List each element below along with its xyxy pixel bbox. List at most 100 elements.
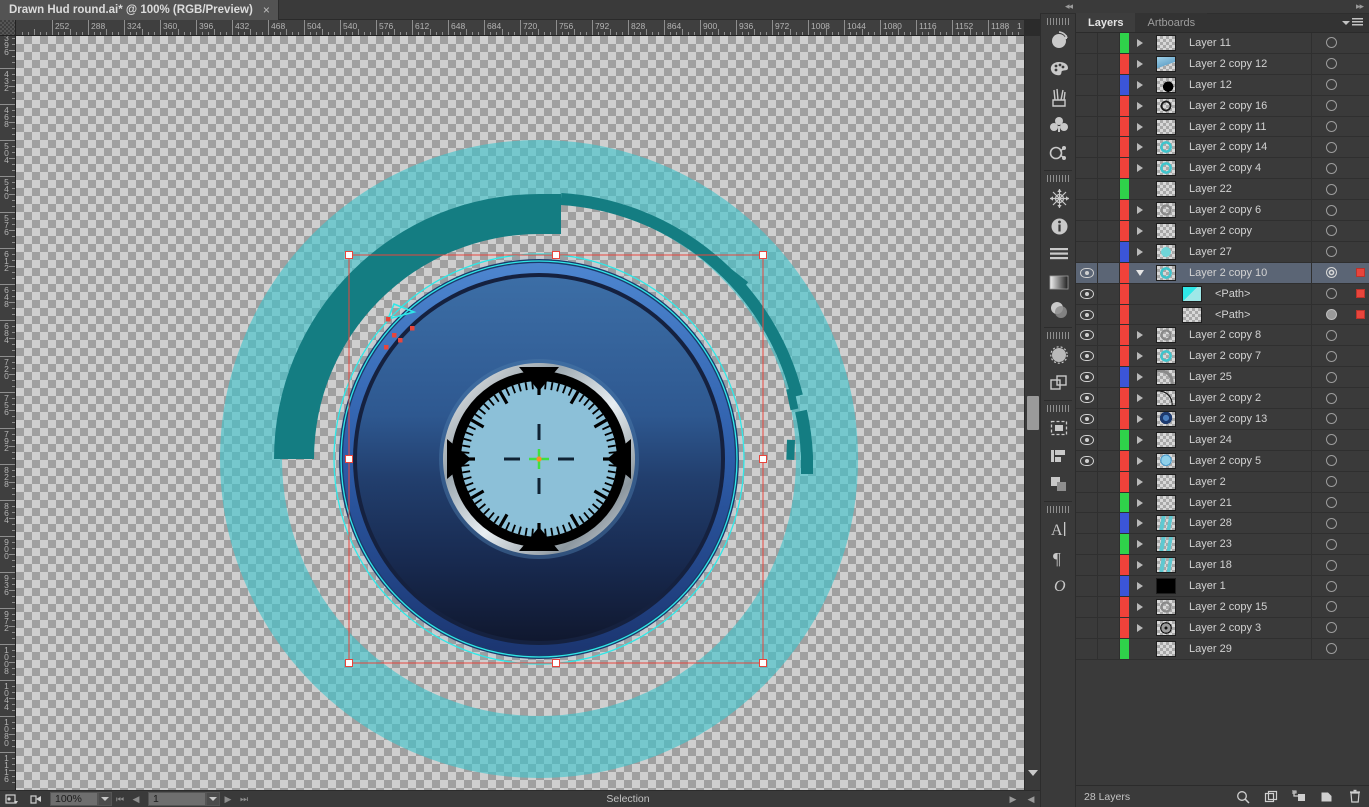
layer-selection-indicator[interactable] — [1351, 346, 1369, 366]
layer-name-label[interactable]: Layer 11 — [1181, 37, 1311, 49]
layer-selection-indicator[interactable] — [1351, 409, 1369, 429]
layer-visibility-toggle[interactable] — [1076, 597, 1098, 617]
artboards-icon[interactable] — [1041, 414, 1077, 442]
artboard-options-icon[interactable] — [0, 791, 24, 807]
layer-row[interactable]: Layer 12 — [1076, 74, 1369, 96]
layer-row[interactable]: Layer 22 — [1076, 179, 1369, 201]
layer-row[interactable]: Layer 25 — [1076, 367, 1369, 389]
layer-selection-indicator[interactable] — [1351, 75, 1369, 95]
rail-grip-1[interactable] — [1047, 18, 1069, 25]
layer-lock-toggle[interactable] — [1098, 262, 1120, 283]
layer-selection-indicator[interactable] — [1351, 534, 1369, 554]
brushes-icon[interactable] — [1041, 83, 1077, 111]
layer-expand-toggle[interactable] — [1129, 472, 1151, 492]
layer-lock-toggle[interactable] — [1098, 137, 1120, 158]
tab-artboards[interactable]: Artboards — [1135, 13, 1208, 32]
layer-row[interactable]: Layer 18 — [1076, 555, 1369, 577]
layer-target-indicator[interactable] — [1311, 241, 1351, 262]
align-icon[interactable] — [1041, 240, 1077, 268]
share-icon[interactable] — [24, 791, 48, 807]
layer-selection-indicator[interactable] — [1351, 33, 1369, 53]
layer-lock-toggle[interactable] — [1098, 221, 1120, 241]
layer-name-label[interactable]: Layer 1 — [1181, 580, 1311, 592]
layer-row[interactable]: Layer 1 — [1076, 576, 1369, 598]
last-artboard-button[interactable]: ⏭ — [236, 791, 252, 807]
layer-selection-indicator[interactable] — [1351, 597, 1369, 617]
glyphs-icon[interactable]: O — [1041, 571, 1077, 599]
layer-selection-indicator[interactable] — [1351, 325, 1369, 345]
layer-visibility-toggle[interactable] — [1076, 241, 1098, 262]
layer-expand-toggle[interactable] — [1129, 576, 1151, 596]
layer-name-label[interactable]: Layer 2 copy 15 — [1181, 601, 1311, 613]
document-info-icon[interactable] — [1041, 212, 1077, 240]
layer-visibility-toggle[interactable] — [1076, 325, 1098, 346]
layer-visibility-toggle[interactable] — [1076, 346, 1098, 367]
layer-lock-toggle[interactable] — [1098, 429, 1120, 450]
layer-name-label[interactable]: Layer 23 — [1181, 538, 1311, 550]
layer-name-label[interactable]: Layer 2 copy 5 — [1181, 455, 1311, 467]
layer-visibility-toggle[interactable] — [1076, 429, 1098, 450]
layer-name-label[interactable]: Layer 2 copy 12 — [1181, 58, 1311, 70]
layer-lock-toggle[interactable] — [1098, 492, 1120, 513]
layer-expand-toggle[interactable] — [1129, 430, 1151, 450]
layer-lock-toggle[interactable] — [1098, 617, 1120, 638]
layer-target-indicator[interactable] — [1311, 325, 1351, 346]
layer-lock-toggle[interactable] — [1098, 555, 1120, 576]
tab-layers[interactable]: Layers — [1076, 13, 1136, 32]
layer-lock-toggle[interactable] — [1098, 74, 1120, 95]
layer-visibility-toggle[interactable] — [1076, 200, 1098, 221]
layer-lock-toggle[interactable] — [1098, 53, 1120, 74]
layer-expand-toggle[interactable] — [1129, 96, 1151, 116]
layer-expand-toggle[interactable] — [1129, 325, 1151, 345]
layer-visibility-toggle[interactable] — [1076, 262, 1098, 283]
layer-target-indicator[interactable] — [1311, 409, 1351, 429]
layer-lock-toggle[interactable] — [1098, 304, 1120, 325]
layer-target-indicator[interactable] — [1311, 429, 1351, 450]
layer-expand-toggle[interactable] — [1129, 513, 1151, 533]
ruler-origin-corner[interactable] — [0, 20, 16, 36]
layer-row[interactable]: Layer 2 copy 12 — [1076, 53, 1369, 75]
rail-grip-3[interactable] — [1047, 332, 1069, 339]
artboard-dropdown-icon[interactable] — [206, 792, 220, 806]
layer-target-indicator[interactable] — [1311, 137, 1351, 158]
layer-name-label[interactable]: <Path> — [1207, 288, 1311, 300]
layer-row[interactable]: Layer 28 — [1076, 513, 1369, 535]
layer-name-label[interactable]: Layer 2 copy 8 — [1181, 329, 1311, 341]
layer-name-label[interactable]: <Path> — [1207, 309, 1311, 321]
status-flyout-icon[interactable]: ▶ — [1004, 794, 1022, 805]
layer-lock-toggle[interactable] — [1098, 597, 1120, 617]
layer-lock-toggle[interactable] — [1098, 33, 1120, 53]
layer-target-indicator[interactable] — [1311, 450, 1351, 471]
layer-selection-indicator[interactable] — [1351, 54, 1369, 74]
layer-target-indicator[interactable] — [1311, 283, 1351, 304]
layer-expand-toggle[interactable] — [1129, 242, 1151, 262]
layer-target-indicator[interactable] — [1311, 534, 1351, 555]
layer-selection-indicator[interactable] — [1351, 117, 1369, 137]
document-tab[interactable]: Drawn Hud round.ai* @ 100% (RGB/Preview)… — [0, 0, 279, 20]
layer-selection-indicator[interactable] — [1351, 158, 1369, 178]
layer-expand-toggle[interactable] — [1129, 493, 1151, 513]
layer-expand-toggle[interactable] — [1129, 33, 1151, 53]
rail-grip-5[interactable] — [1047, 506, 1069, 513]
layer-visibility-toggle[interactable] — [1076, 95, 1098, 116]
layer-row[interactable]: Layer 2 copy 8 — [1076, 325, 1369, 347]
layer-row[interactable]: Layer 2 — [1076, 471, 1369, 493]
layer-selection-indicator[interactable] — [1351, 221, 1369, 241]
layer-target-indicator[interactable] — [1311, 74, 1351, 95]
layer-target-indicator[interactable] — [1311, 597, 1351, 617]
layer-name-label[interactable]: Layer 21 — [1181, 497, 1311, 509]
layer-expand-toggle[interactable] — [1129, 388, 1151, 408]
layer-expand-toggle[interactable] — [1129, 117, 1151, 137]
layer-lock-toggle[interactable] — [1098, 576, 1120, 597]
layer-row[interactable]: Layer 2 copy 10 — [1076, 262, 1369, 284]
first-artboard-button[interactable]: ⏮ — [112, 791, 128, 807]
layer-row[interactable]: Layer 2 copy 13 — [1076, 409, 1369, 430]
layer-name-label[interactable]: Layer 2 copy 3 — [1181, 622, 1311, 634]
layer-target-indicator[interactable] — [1311, 346, 1351, 367]
layer-target-indicator[interactable] — [1311, 388, 1351, 409]
layer-target-indicator[interactable] — [1311, 638, 1351, 659]
layer-lock-toggle[interactable] — [1098, 450, 1120, 471]
canvas-vertical-scrollbar[interactable] — [1024, 36, 1040, 790]
layer-row[interactable]: Layer 11 — [1076, 33, 1369, 54]
layer-visibility-toggle[interactable] — [1076, 450, 1098, 471]
